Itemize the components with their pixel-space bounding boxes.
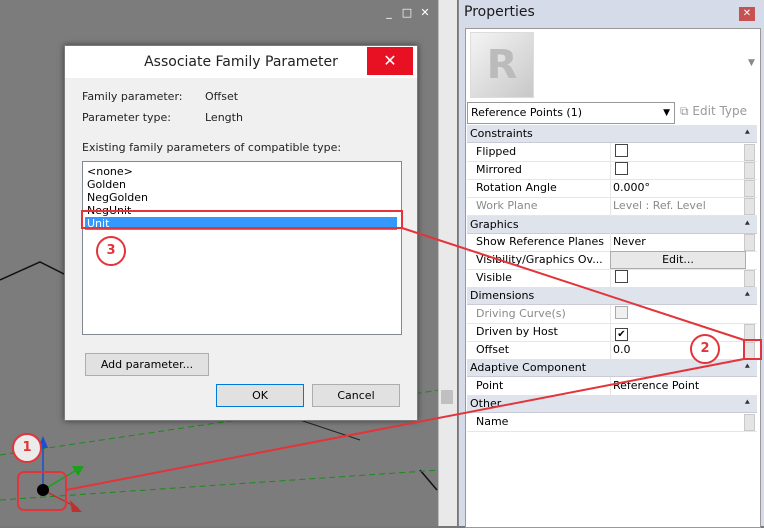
row-label: Point	[476, 379, 504, 392]
edit-type-button[interactable]: ⧉ Edit Type	[680, 104, 747, 119]
cancel-button[interactable]: Cancel	[312, 384, 400, 407]
group-label: Adaptive Component	[470, 361, 587, 374]
dialog-title: Associate Family Parameter	[65, 46, 417, 78]
row-label: Mirrored	[476, 163, 522, 176]
parameter-list[interactable]: <none> Golden NegGolden NegUnit Unit	[82, 161, 402, 335]
add-parameter-button[interactable]: Add parameter...	[85, 353, 209, 376]
row-visibility-graphics: Visibility/Graphics Ov... Edit...	[467, 251, 757, 270]
row-work-plane: Work Plane Level : Ref. Level	[467, 197, 757, 216]
list-item[interactable]: NegUnit	[85, 204, 397, 217]
row-scroll[interactable]	[744, 180, 755, 197]
minimize-icon[interactable]: _	[380, 6, 398, 19]
collapse-icon[interactable]: ⯅	[744, 125, 751, 142]
list-item[interactable]: Golden	[85, 178, 397, 191]
row-label: Rotation Angle	[476, 181, 557, 194]
row-point: Point Reference Point	[467, 377, 757, 396]
rotation-angle-field[interactable]: 0.000°	[610, 179, 747, 197]
row-name: Name	[467, 413, 757, 432]
row-label: Visibility/Graphics Ov...	[476, 253, 603, 266]
show-reference-planes-field[interactable]: Never	[610, 233, 747, 251]
collapse-icon[interactable]: ⯅	[744, 216, 751, 233]
visible-checkbox[interactable]	[615, 270, 628, 283]
driving-curve-checkbox	[615, 306, 628, 319]
driven-by-host-checkbox[interactable]: ✔	[615, 328, 628, 341]
row-scroll[interactable]	[744, 198, 755, 215]
group-label: Graphics	[470, 218, 519, 231]
revit-type-icon: R	[470, 32, 534, 98]
viewport-window-controls: _ □ ✕	[380, 6, 438, 20]
family-parameter-value: Offset	[205, 90, 239, 103]
row-rotation-angle: Rotation Angle 0.000°	[467, 179, 757, 198]
viewport-scrollbar[interactable]	[438, 0, 457, 526]
row-visible: Visible	[467, 269, 757, 288]
group-label: Dimensions	[470, 289, 535, 302]
edit-visibility-button[interactable]: Edit...	[610, 251, 746, 269]
group-label: Other	[470, 397, 502, 410]
row-scroll[interactable]	[744, 144, 755, 161]
associate-family-parameter-dialog: Associate Family Parameter ✕ Family para…	[64, 45, 418, 421]
work-plane-value: Level : Ref. Level	[610, 197, 747, 215]
collapse-icon[interactable]: ⯅	[744, 359, 751, 376]
group-other[interactable]: Other ⯅	[467, 395, 757, 413]
row-label: Offset	[476, 343, 510, 356]
parameter-type-label: Parameter type:	[82, 111, 172, 124]
list-item-selected[interactable]: Unit	[85, 217, 397, 230]
row-label: Visible	[476, 271, 512, 284]
row-scroll[interactable]	[744, 234, 755, 251]
instance-filter-select[interactable]: Reference Points (1) ▼	[467, 102, 675, 124]
group-label: Constraints	[470, 127, 533, 140]
instance-filter-label: Reference Points (1)	[471, 106, 583, 119]
restore-icon[interactable]: □	[398, 6, 416, 19]
chevron-down-icon: ▼	[663, 108, 670, 118]
group-dimensions[interactable]: Dimensions ⯅	[467, 287, 757, 305]
row-scroll[interactable]	[744, 324, 755, 341]
associate-parameter-button[interactable]	[744, 342, 755, 359]
row-label: Show Reference Planes	[476, 235, 604, 248]
close-icon[interactable]: ✕	[367, 47, 413, 75]
row-show-reference-planes: Show Reference Planes Never	[467, 233, 757, 252]
scrollbar-thumb[interactable]	[441, 390, 453, 404]
existing-parameters-label: Existing family parameters of compatible…	[82, 141, 342, 154]
offset-field[interactable]: 0.0	[610, 341, 747, 359]
list-item[interactable]: <none>	[85, 165, 397, 178]
row-label: Flipped	[476, 145, 517, 158]
row-label: Driving Curve(s)	[476, 307, 566, 320]
parameter-type-value: Length	[205, 111, 243, 124]
group-adaptive-component[interactable]: Adaptive Component ⯅	[467, 359, 757, 377]
step-badge-1: 1	[12, 433, 42, 463]
point-field[interactable]: Reference Point	[610, 377, 747, 395]
collapse-icon[interactable]: ⯅	[744, 287, 751, 304]
edit-type-label: Edit Type	[692, 104, 748, 118]
step-badge-3: 3	[96, 236, 126, 266]
collapse-icon[interactable]: ⯅	[744, 395, 751, 412]
group-constraints[interactable]: Constraints ⯅	[467, 125, 757, 143]
row-flipped: Flipped	[467, 143, 757, 162]
row-label: Work Plane	[476, 199, 538, 212]
properties-title: Properties	[464, 4, 535, 20]
list-item[interactable]: NegGolden	[85, 191, 397, 204]
close-icon[interactable]: ✕	[739, 7, 755, 21]
mirrored-checkbox[interactable]	[615, 162, 628, 175]
edit-type-icon: ⧉	[680, 104, 689, 118]
close-icon[interactable]: ✕	[416, 6, 434, 19]
flipped-checkbox[interactable]	[615, 144, 628, 157]
row-scroll[interactable]	[744, 414, 755, 431]
row-scroll[interactable]	[744, 270, 755, 287]
row-scroll[interactable]	[744, 162, 755, 179]
group-graphics[interactable]: Graphics ⯅	[467, 216, 757, 234]
chevron-down-icon[interactable]: ▼	[748, 58, 755, 68]
family-parameter-label: Family parameter:	[82, 90, 183, 103]
step-badge-2: 2	[690, 334, 720, 364]
row-mirrored: Mirrored	[467, 161, 757, 180]
row-driving-curve: Driving Curve(s)	[467, 305, 757, 324]
row-label: Driven by Host	[476, 325, 558, 338]
reference-point	[37, 484, 49, 496]
ok-button[interactable]: OK	[216, 384, 304, 407]
row-label: Name	[476, 415, 509, 428]
